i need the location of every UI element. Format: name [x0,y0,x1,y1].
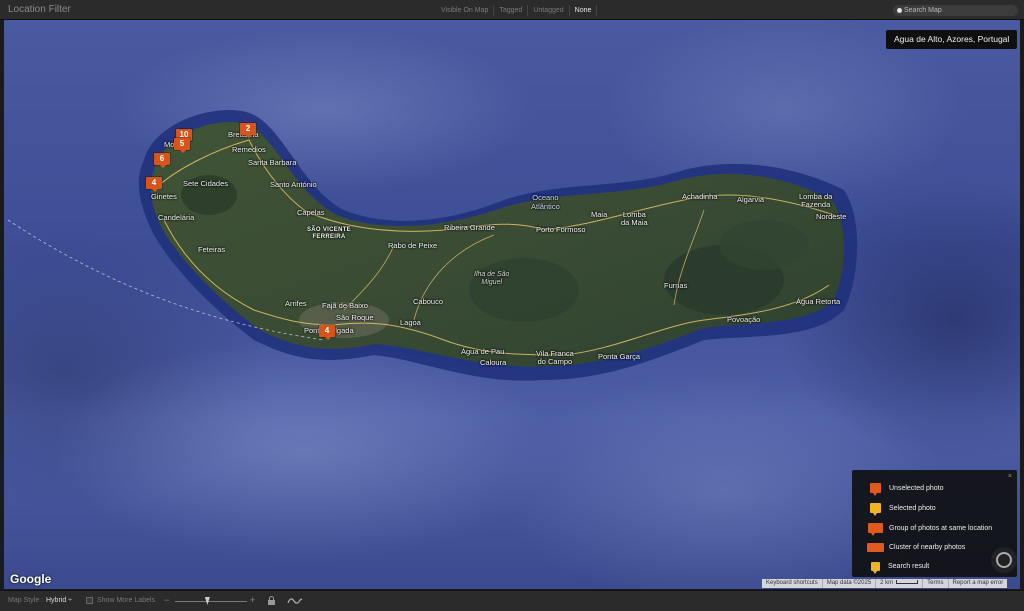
filter-tabs: Visible On Map Tagged Untagged None [436,5,598,16]
map-style-label: Map Style : [8,597,44,604]
place-sao-vicente: SÃO VICENTE FERREIRA [307,227,351,240]
place-lagoa: Lagoa [400,318,421,327]
place-faja-de-baixo: Fajã de Baixo [322,301,368,310]
place-ponta-garca: Ponta Garça [598,352,641,361]
legend-label: Group of photos at same location [889,524,993,532]
tracklog-icon[interactable] [287,596,303,606]
place-porto-formoso: Porto Formoso [536,225,586,234]
place-lomba-da-maia: Lomba da Maia [621,210,648,227]
google-logo: Google [10,572,52,586]
filter-title: Location Filter [8,4,71,15]
place-ilha-de-sao-miguel: Ilha de São Miguel [474,271,510,286]
tab-tagged[interactable]: Tagged [493,5,527,16]
place-mosteiros: Mo [164,140,175,149]
map-view[interactable]: Bretanha Remedios Santa Barbara Santo An… [4,20,1020,589]
place-lomba-da-fazenda: Lomba da Fazenda [799,192,833,209]
search-icon [897,8,902,13]
group-photos-icon [868,523,883,536]
show-more-labels-label: Show More Labels [97,597,155,604]
unselected-photo-icon [870,483,881,496]
place-maia: Maia [591,210,608,219]
lock-icon[interactable] [267,596,276,605]
zoom-out-button[interactable]: − [164,595,169,605]
legend-label: Selected photo [889,504,936,512]
map-attribution: Keyboard shortcuts Map data ©2025 2 km T… [762,579,1008,588]
place-achadinha: Achadinha [682,192,718,201]
place-capelas: Capelas [297,208,325,217]
show-more-labels-checkbox[interactable] [86,597,93,604]
terms-link[interactable]: Terms [922,579,947,588]
legend-label: Search result [888,562,930,570]
location-filter-bar: Location Filter Visible On Map Tagged Un… [0,0,1024,20]
place-candelaria: Candelária [158,213,195,222]
keyboard-shortcuts-link[interactable]: Keyboard shortcuts [762,579,822,588]
place-oceano: Oceano Atlântico [531,193,560,211]
legend-item: Unselected photo [870,481,944,496]
zoom-slider[interactable] [175,601,247,602]
cluster-icon [867,542,884,552]
legend-close-icon[interactable]: × [1008,473,1012,480]
scale-label: 2 km [880,580,894,586]
place-rabo-de-peixe: Rabo de Peixe [388,241,438,250]
place-agua-retorta: Água Retorta [796,297,841,306]
place-feteiras: Feteiras [198,245,226,254]
place-cabouco: Cabouco [413,297,444,306]
place-ginetes: Ginetes [151,192,177,201]
search-result-icon [871,561,880,574]
place-sete-cidades: Sete Cidades [183,179,229,188]
place-santa-barbara: Santa Barbara [248,158,297,167]
search-map-input[interactable]: Search Map [893,5,1018,16]
report-error-link[interactable]: Report a map error [947,579,1008,588]
legend-item: Selected photo [870,501,936,516]
legend-label: Unselected photo [889,484,944,492]
place-vila-franca-do-campo: Vila Franca do Campo [536,349,574,366]
place-santo-antonio: Santo António [270,180,317,189]
tab-none[interactable]: None [568,5,598,16]
place-sao-roque: São Roque [336,313,374,322]
place-furnas: Furnas [664,281,688,290]
place-ribeira-grande: Ribeira Grande [444,223,495,232]
selected-photo-icon [870,503,881,516]
map-style-select[interactable]: Hybrid ÷ [46,597,72,604]
place-algarvia: Algarvia [737,195,765,204]
scale-indicator: 2 km [875,579,922,588]
place-agua-de-pau: Água de Pau [461,347,505,356]
tab-visible-on-map[interactable]: Visible On Map [436,5,493,16]
map-navigation-control[interactable] [991,547,1017,573]
photo-marker[interactable]: 5 [174,138,190,153]
place-remedios: Remedios [232,145,266,154]
map-data-text: Map data ©2025 [821,579,875,588]
legend-item: Group of photos at same location [868,521,993,536]
search-map-placeholder: Search Map [904,7,942,14]
legend-label: Cluster of nearby photos [889,543,966,551]
photo-marker[interactable]: 4 [146,177,162,192]
navigation-ring-icon [996,552,1012,568]
place-arrifes: Arrifes [285,299,307,308]
photo-marker[interactable]: 2 [240,123,256,138]
place-nordeste: Nordeste [816,212,847,221]
zoom-in-button[interactable]: + [250,595,255,605]
photo-marker[interactable]: 4 [319,325,335,340]
place-caloura: Caloura [480,358,507,367]
place-povoacao: Povoação [727,315,761,324]
legend-item: Cluster of nearby photos [867,540,965,554]
legend-item: Search result [871,559,930,574]
scale-bar-icon [896,580,919,585]
tab-untagged[interactable]: Untagged [527,5,568,16]
map-toolbar: Map Style : Hybrid ÷ Show More Labels − … [0,590,1024,611]
location-badge: Agua de Alto, Azores, Portugal [886,30,1018,49]
photo-marker[interactable]: 6 [154,153,170,168]
